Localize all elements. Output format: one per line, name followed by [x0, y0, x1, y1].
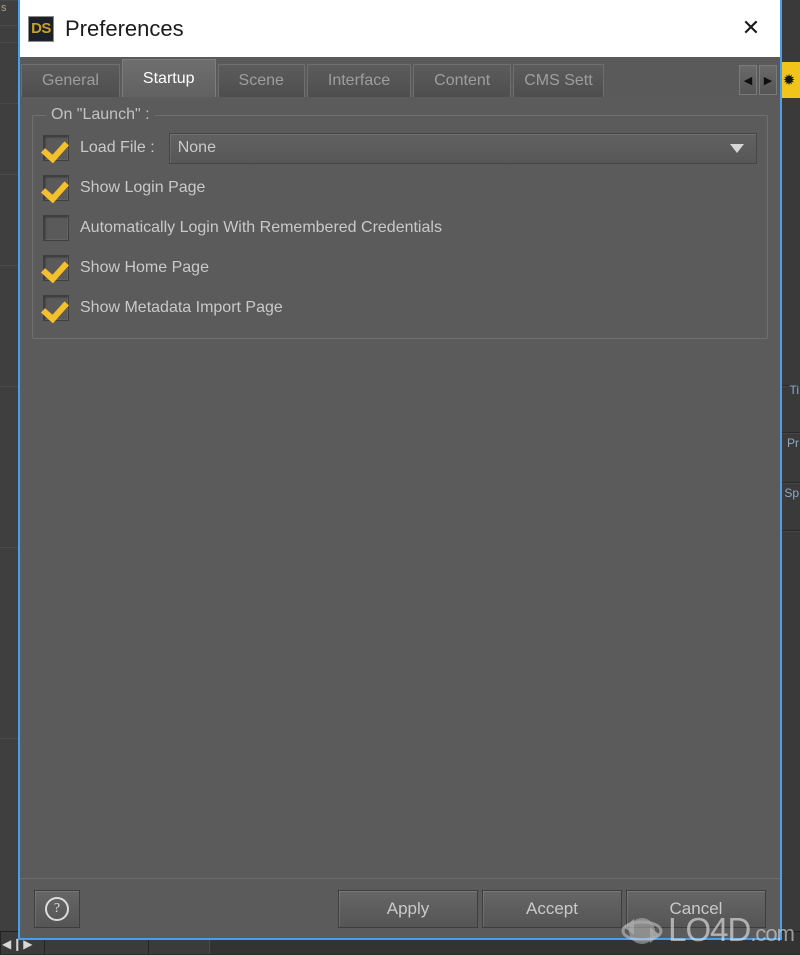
footer-button-group: Apply Accept Cancel	[338, 889, 766, 928]
on-launch-group-title: On "Launch" :	[46, 106, 155, 124]
background-left-segment	[0, 738, 18, 934]
background-left-segment	[0, 547, 18, 739]
tab-scroll-controls: ◀ ▶	[737, 65, 777, 95]
chevron-down-icon	[730, 143, 744, 153]
show-login-page-row: Show Login Page	[43, 172, 757, 204]
preferences-dialog: DS Preferences ✕ General Startup Scene I…	[18, 0, 782, 940]
preferences-tabbar: General Startup Scene Interface Content …	[20, 57, 780, 97]
show-home-page-checkbox[interactable]	[43, 255, 69, 281]
auto-login-checkbox[interactable]	[43, 215, 69, 241]
load-file-dropdown-value: None	[177, 139, 216, 156]
background-left-segment	[0, 42, 18, 104]
background-left-segment	[0, 25, 18, 43]
help-button[interactable]: ?	[34, 889, 80, 928]
background-right-label: Pr	[787, 436, 799, 450]
background-left-segment	[0, 103, 18, 175]
chevron-right-icon[interactable]: ▶	[759, 65, 777, 95]
auto-login-row: Automatically Login With Remembered Cred…	[43, 212, 757, 244]
apply-button[interactable]: Apply	[338, 889, 478, 928]
dialog-footer: ? Apply Accept Cancel	[20, 878, 780, 938]
auto-login-label: Automatically Login With Remembered Cred…	[80, 219, 442, 236]
tab-general[interactable]: General	[21, 64, 120, 97]
load-file-row: Load File : None	[43, 132, 757, 164]
show-login-page-checkbox[interactable]	[43, 175, 69, 201]
on-launch-groupbox: On "Launch" : Load File : None Show Logi…	[32, 106, 768, 339]
tab-cms-settings[interactable]: CMS Sett	[513, 64, 604, 97]
load-file-checkbox[interactable]	[43, 135, 69, 161]
tab-content[interactable]: Content	[413, 64, 512, 97]
cancel-button[interactable]: Cancel	[626, 889, 766, 928]
show-login-page-label: Show Login Page	[80, 179, 206, 196]
show-metadata-import-page-row: Show Metadata Import Page	[43, 292, 757, 324]
background-left-label: s	[1, 2, 7, 14]
dialog-titlebar: DS Preferences ✕	[20, 0, 780, 57]
daz-studio-logo-icon: DS	[28, 15, 54, 42]
background-right-label: Sp	[784, 486, 799, 500]
background-left-segment	[0, 265, 18, 387]
accept-button[interactable]: Accept	[482, 889, 622, 928]
dialog-title: Preferences	[65, 15, 184, 41]
show-metadata-import-page-label: Show Metadata Import Page	[80, 299, 283, 316]
help-circle-icon: ?	[45, 896, 69, 921]
close-icon[interactable]: ✕	[722, 0, 780, 56]
tab-startup[interactable]: Startup	[121, 59, 216, 97]
background-left-toolbar: s	[0, 0, 19, 954]
background-left-segment	[0, 174, 18, 266]
tab-interface[interactable]: Interface	[306, 64, 412, 97]
load-file-label: Load File :	[80, 139, 155, 156]
chevron-left-icon[interactable]: ◀	[739, 65, 757, 95]
show-metadata-import-page-checkbox[interactable]	[43, 295, 69, 321]
show-home-page-label: Show Home Page	[80, 259, 209, 276]
startup-panel: On "Launch" : Load File : None Show Logi…	[20, 97, 780, 878]
tab-scene[interactable]: Scene	[217, 64, 305, 97]
load-file-dropdown[interactable]: None	[168, 132, 757, 164]
background-left-segment	[0, 386, 18, 548]
background-right-label: Ti	[789, 383, 799, 397]
show-home-page-row: Show Home Page	[43, 252, 757, 284]
